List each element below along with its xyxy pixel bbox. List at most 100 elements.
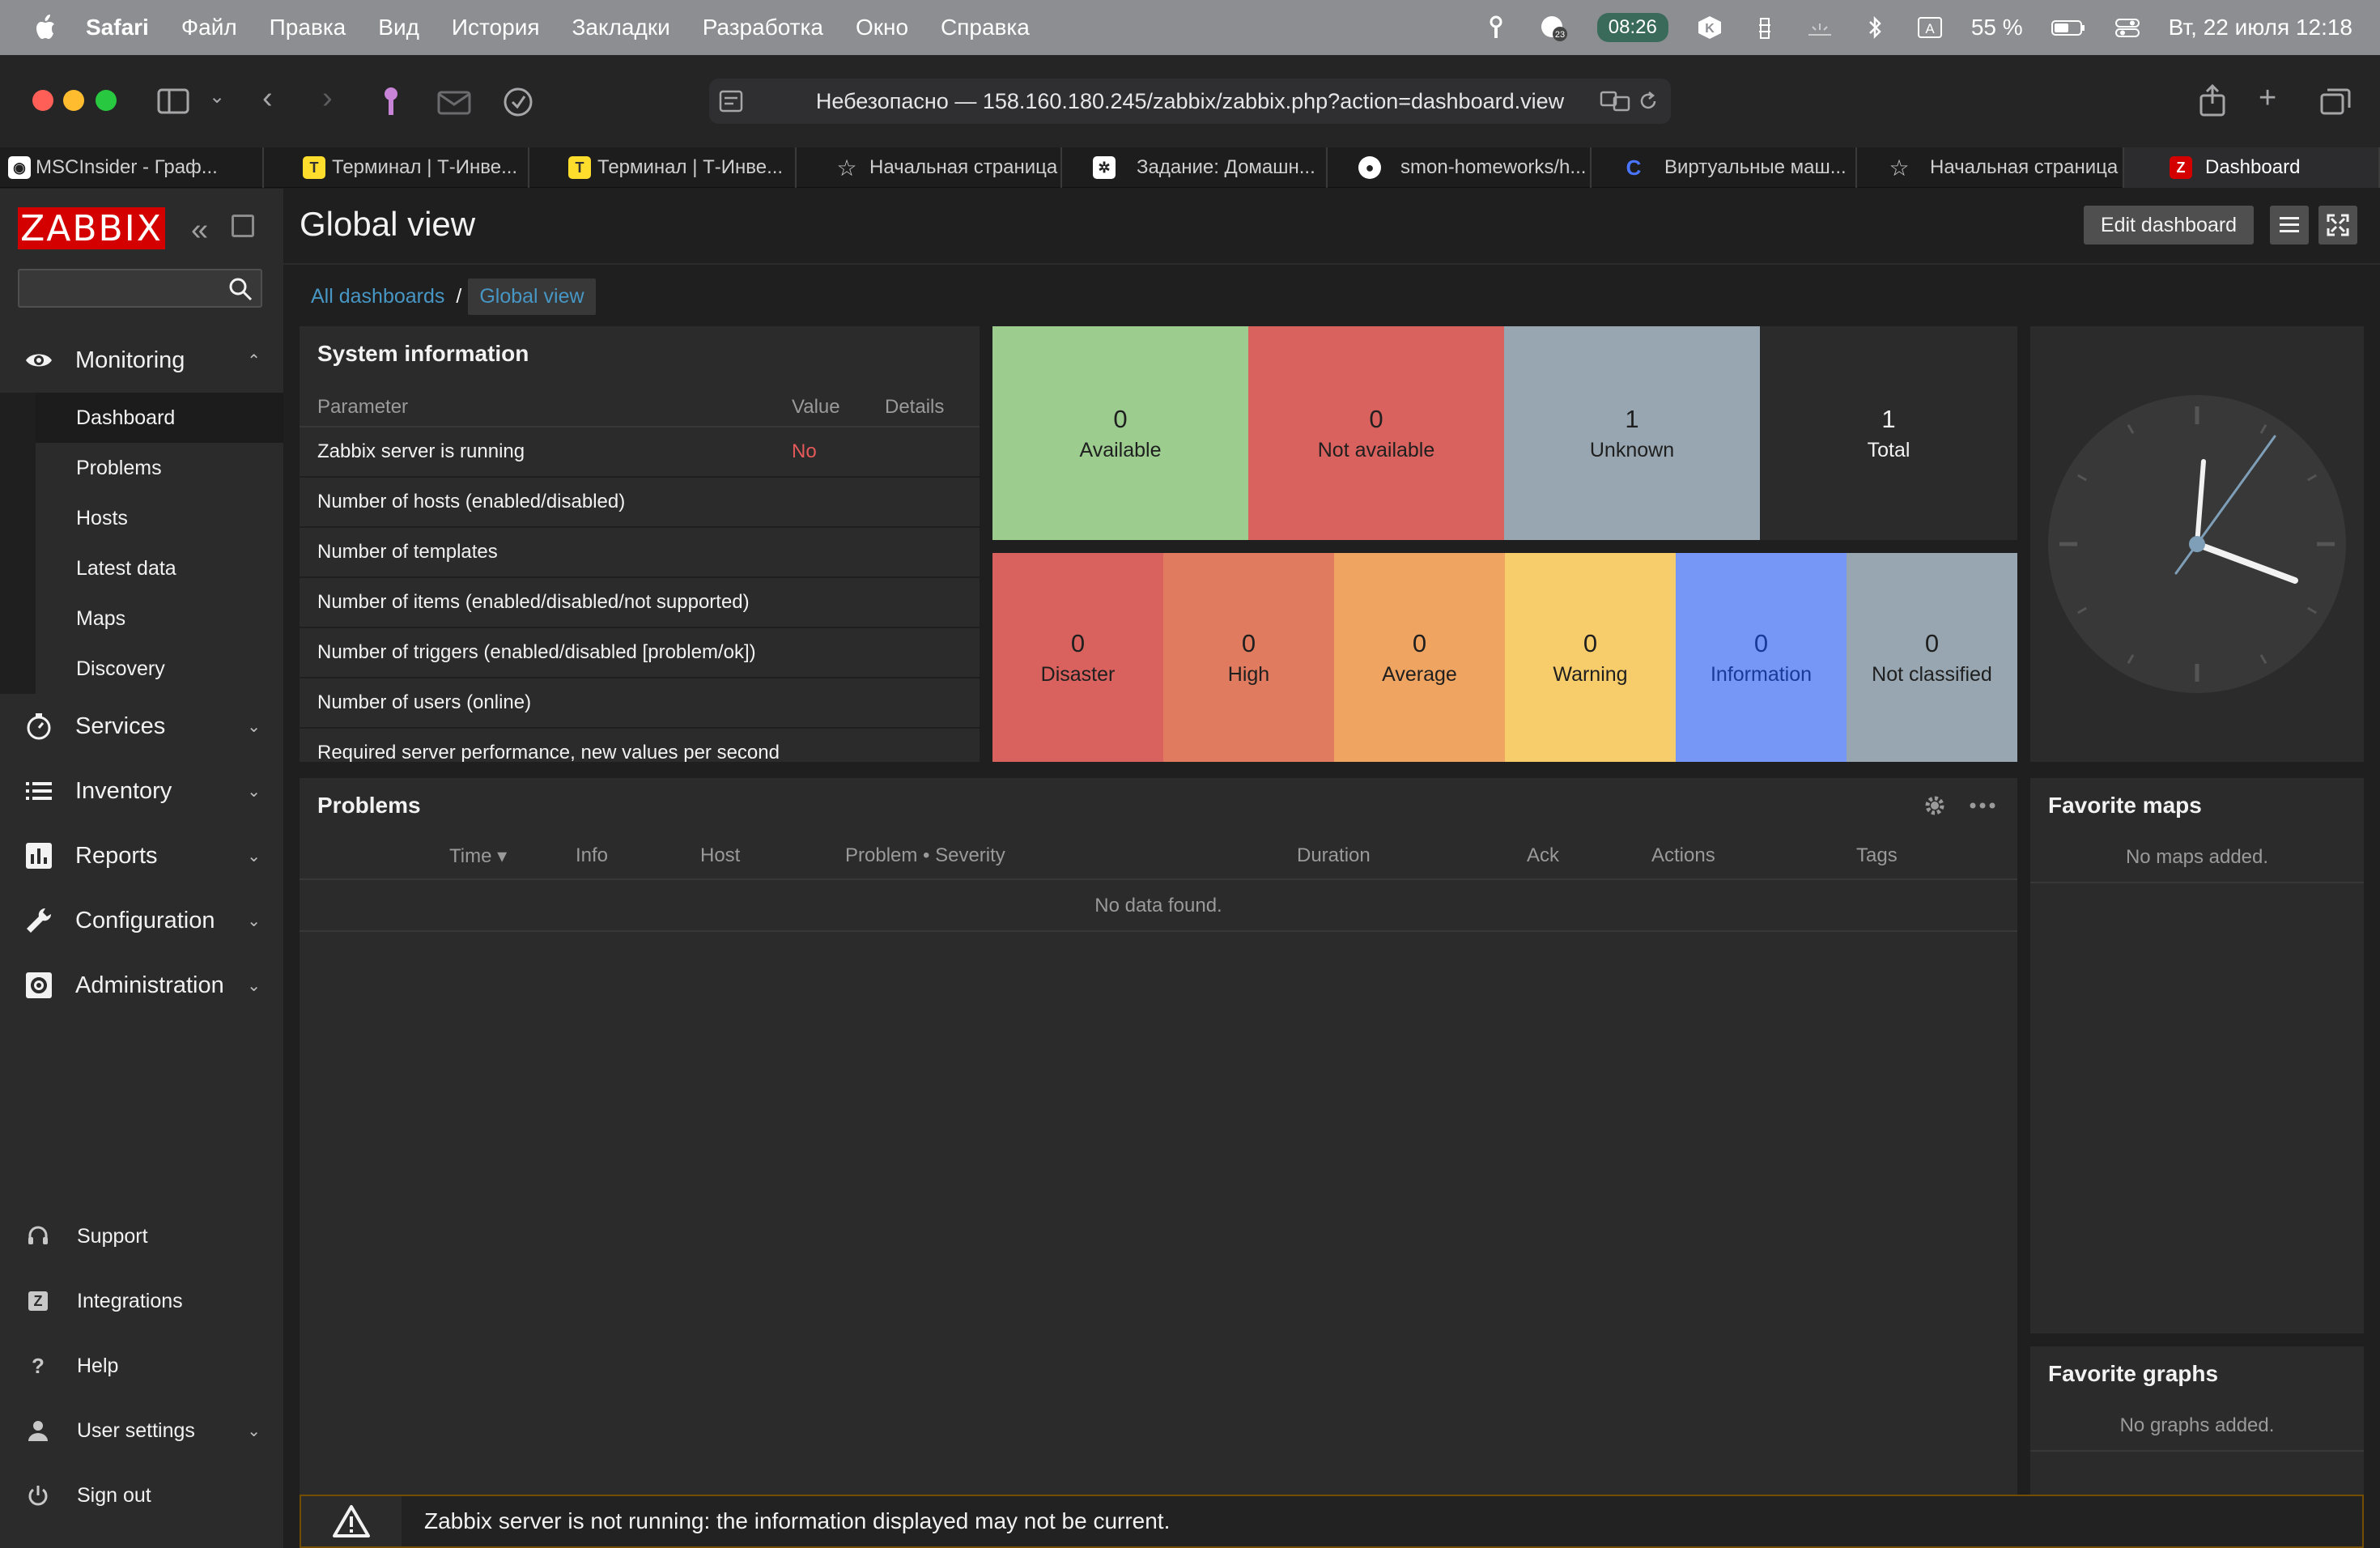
column-header-time[interactable]: Time ▾ bbox=[449, 844, 507, 868]
extension-icon[interactable] bbox=[502, 86, 534, 118]
breadcrumb-current[interactable]: Global view bbox=[468, 278, 596, 315]
menu-help[interactable]: Справка bbox=[941, 15, 1030, 40]
menubar-datetime[interactable]: Вт, 22 июля 12:18 bbox=[2169, 15, 2352, 40]
close-window-button[interactable] bbox=[32, 90, 53, 111]
host-availability-tile[interactable]: 1 Total bbox=[1760, 326, 2017, 540]
more-options-icon[interactable] bbox=[1969, 794, 1996, 817]
edit-dashboard-button[interactable]: Edit dashboard bbox=[2084, 206, 2254, 245]
menu-user-settings[interactable]: User settings ⌄ bbox=[0, 1402, 283, 1459]
hide-sidebar-icon[interactable] bbox=[232, 215, 254, 237]
tower-icon[interactable] bbox=[1751, 15, 1779, 40]
menu-view[interactable]: Вид bbox=[378, 15, 419, 40]
menu-edit[interactable]: Правка bbox=[270, 15, 346, 40]
browser-tab-active[interactable]: Z Dashboard bbox=[2124, 147, 2380, 188]
table-row: Number of users (online) bbox=[300, 678, 980, 729]
menu-support[interactable]: Support bbox=[0, 1208, 283, 1265]
menu-help[interactable]: ? Help bbox=[0, 1337, 283, 1394]
breadcrumb-all-dashboards[interactable]: All dashboards bbox=[311, 285, 444, 308]
kiosk-mode-button[interactable] bbox=[2318, 206, 2357, 245]
apple-icon[interactable] bbox=[32, 14, 57, 41]
tile-count: 1 bbox=[1625, 404, 1639, 433]
menu-bookmarks[interactable]: Закладки bbox=[572, 15, 670, 40]
key-icon[interactable] bbox=[1482, 15, 1510, 40]
severity-tile[interactable]: 0 Not classified bbox=[1847, 553, 2017, 762]
menu-inventory[interactable]: Inventory ⌄ bbox=[0, 759, 283, 823]
translate-icon[interactable] bbox=[1600, 90, 1630, 113]
browser-tab[interactable]: T Терминал | Т-Инве... bbox=[529, 147, 797, 188]
browser-tab[interactable]: T Терминал | Т-Инве... bbox=[264, 147, 529, 188]
severity-tile[interactable]: 0 Disaster bbox=[992, 553, 1163, 762]
battery-percent[interactable]: 55 % bbox=[1971, 15, 2023, 40]
menu-reports[interactable]: Reports ⌄ bbox=[0, 823, 283, 888]
reload-icon[interactable] bbox=[1637, 90, 1660, 113]
tab-label: Задание: Домашн... bbox=[1137, 156, 1315, 178]
sidebar-item-maps[interactable]: Maps bbox=[36, 593, 283, 644]
bluetooth-icon[interactable] bbox=[1861, 15, 1889, 40]
address-bar[interactable]: Небезопасно — 158.160.180.245/zabbix/zab… bbox=[709, 79, 1671, 124]
forward-icon[interactable]: › bbox=[322, 83, 333, 113]
minimize-window-button[interactable] bbox=[63, 90, 84, 111]
severity-tile[interactable]: 0 Warning bbox=[1505, 553, 1676, 762]
back-icon[interactable]: ‹ bbox=[262, 83, 273, 113]
search-input[interactable] bbox=[19, 270, 222, 306]
k-app-icon[interactable]: K bbox=[1696, 15, 1723, 40]
tile-label: High bbox=[1227, 662, 1270, 686]
menu-develop[interactable]: Разработка bbox=[703, 15, 823, 40]
tab-overview-chevron-icon[interactable]: ⌄ bbox=[209, 87, 225, 107]
menu-history[interactable]: История bbox=[452, 15, 540, 40]
browser-tab[interactable]: ● smon-homeworks/h... bbox=[1328, 147, 1592, 188]
zabbix-logo[interactable]: ZABBIX bbox=[18, 207, 165, 249]
dashboard-actions-button[interactable] bbox=[2270, 206, 2309, 245]
browser-tab[interactable]: ☆ Начальная страница bbox=[1857, 147, 2124, 188]
host-availability-tile[interactable]: 0 Available bbox=[992, 326, 1248, 540]
browser-tab[interactable]: ☆ Начальная страница bbox=[797, 147, 1062, 188]
sidebar-toggle-icon[interactable] bbox=[157, 88, 189, 114]
menu-safari[interactable]: Safari bbox=[86, 15, 149, 40]
menu-integrations[interactable]: Z Integrations bbox=[0, 1273, 283, 1329]
severity-tile[interactable]: 0 High bbox=[1163, 553, 1334, 762]
table-row: Number of hosts (enabled/disabled) bbox=[300, 477, 980, 528]
menu-administration[interactable]: Administration ⌄ bbox=[0, 953, 283, 1018]
mail-icon[interactable] bbox=[437, 91, 471, 115]
url-text[interactable]: Небезопасно — 158.160.180.245/zabbix/zab… bbox=[816, 89, 1564, 114]
menu-window[interactable]: Окно bbox=[856, 15, 908, 40]
brightness-icon[interactable] bbox=[1806, 15, 1834, 40]
sidebar-item-dashboard[interactable]: Dashboard bbox=[36, 393, 283, 443]
browser-tab[interactable]: ✲ Задание: Домашн... bbox=[1062, 147, 1328, 188]
collapse-sidebar-icon[interactable]: « bbox=[191, 213, 208, 248]
power-icon bbox=[28, 1486, 48, 1506]
passwords-key-icon[interactable] bbox=[380, 86, 402, 117]
sidebar-item-discovery[interactable]: Discovery bbox=[36, 644, 283, 694]
status-time-pill[interactable]: 08:26 bbox=[1596, 13, 1668, 42]
menu-configuration[interactable]: Configuration ⌄ bbox=[0, 888, 283, 953]
sidebar-item-hosts[interactable]: Hosts bbox=[36, 493, 283, 543]
input-source-icon[interactable]: A bbox=[1916, 15, 1944, 40]
help-icon: ? bbox=[32, 1353, 45, 1378]
browser-tab[interactable]: ◉ MSCInsider - Граф... bbox=[0, 147, 264, 188]
browser-tab[interactable]: C Виртуальные маш... bbox=[1592, 147, 1857, 188]
battery-icon[interactable] bbox=[2051, 15, 2086, 40]
gear-icon[interactable] bbox=[1923, 794, 1946, 817]
tab-overview-icon[interactable] bbox=[2320, 87, 2351, 115]
notification-icon[interactable]: 23 bbox=[1537, 13, 1570, 42]
new-tab-icon[interactable]: + bbox=[2259, 83, 2276, 113]
severity-tile[interactable]: 0 Information bbox=[1676, 553, 1847, 762]
column-header-host[interactable]: Host bbox=[700, 844, 740, 867]
chevron-down-icon: ⌄ bbox=[247, 976, 261, 995]
widget-title: Problems bbox=[317, 793, 421, 818]
page-menu-icon[interactable] bbox=[719, 90, 743, 113]
column-header-problem[interactable]: Problem • Severity bbox=[845, 844, 1005, 867]
menu-file[interactable]: Файл bbox=[181, 15, 237, 40]
menu-sign-out[interactable]: Sign out bbox=[0, 1467, 283, 1524]
host-availability-tile[interactable]: 1 Unknown bbox=[1504, 326, 1760, 540]
host-availability-tile[interactable]: 0 Not available bbox=[1248, 326, 1504, 540]
sidebar-item-latest-data[interactable]: Latest data bbox=[36, 543, 283, 593]
sidebar-item-problems[interactable]: Problems bbox=[36, 443, 283, 493]
zoom-window-button[interactable] bbox=[96, 90, 117, 111]
search-icon[interactable] bbox=[228, 277, 253, 301]
share-icon[interactable] bbox=[2199, 84, 2226, 117]
menu-monitoring[interactable]: Monitoring ⌃ bbox=[0, 328, 283, 393]
severity-tile[interactable]: 0 Average bbox=[1334, 553, 1505, 762]
menu-services[interactable]: Services ⌄ bbox=[0, 694, 283, 759]
control-center-icon[interactable] bbox=[2114, 15, 2141, 40]
